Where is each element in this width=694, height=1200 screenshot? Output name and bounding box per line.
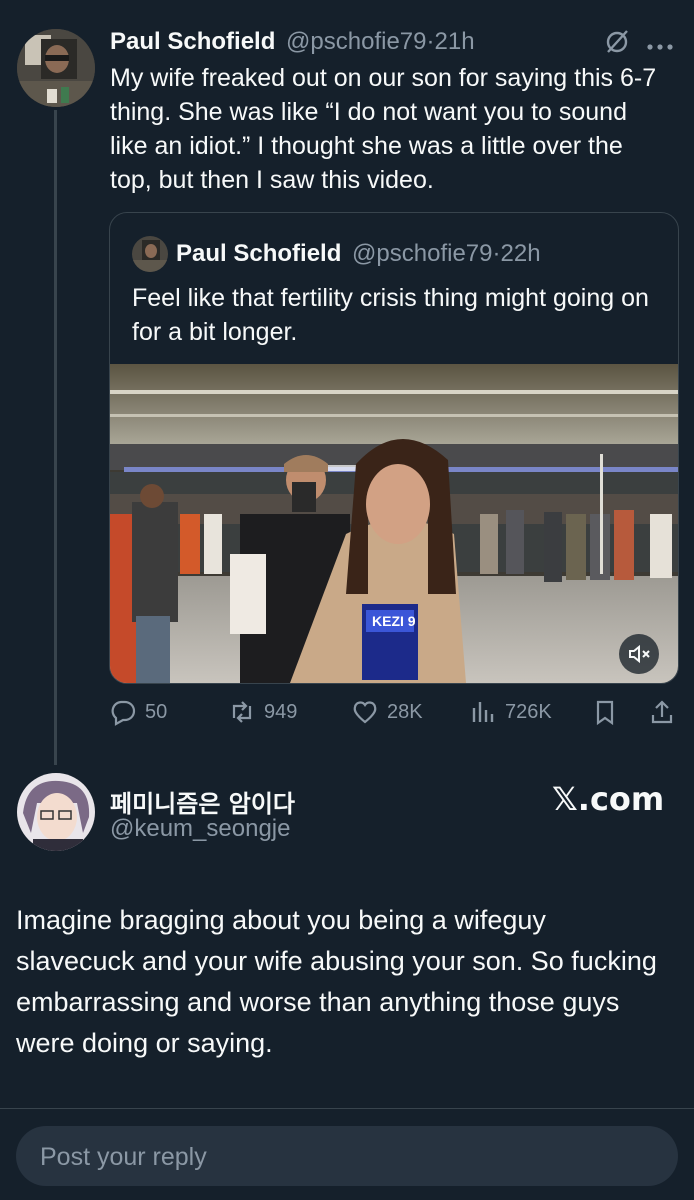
quoted-author-handle[interactable]: @pschofie79 [352,240,492,267]
quoted-author-avatar [132,236,168,272]
composer-divider [0,1108,694,1109]
reply-action[interactable]: 50 [109,698,167,726]
reply-author-avatar[interactable] [17,773,95,851]
mute-icon [629,644,650,664]
reply-composer[interactable] [16,1126,678,1188]
bookmark-action[interactable] [591,698,619,726]
quoted-tweet-header: Paul Schofield @pschofie79·22h [176,239,541,269]
repost-icon [232,701,252,723]
views-icon [472,702,494,722]
views-action[interactable]: 726K [469,698,552,726]
tweet-header: Paul Schofield @pschofie79·21h [110,27,475,57]
tweet-timestamp[interactable]: 21h [435,28,475,55]
bookmark-icon [596,700,614,726]
like-action[interactable]: 28K [351,698,423,726]
more-icon[interactable] [646,38,674,50]
repost-action[interactable]: 949 [228,698,297,726]
author-handle[interactable]: @pschofie79 [286,28,426,55]
like-count: 28K [387,700,423,723]
author-avatar[interactable] [17,29,95,107]
reply-author-name[interactable]: 페미니즘은 암이다 [110,784,295,819]
thread-connector-line [54,110,57,765]
quoted-header-separator: · [492,240,501,267]
video-frame: KEZI 9 [110,364,678,683]
reply-input[interactable] [38,1126,642,1188]
reply-count: 50 [145,700,168,723]
repost-count: 949 [264,700,298,723]
reply-author-handle[interactable]: @keum_seongje [110,815,290,843]
grok-icon[interactable] [604,28,630,54]
site-watermark: 𝕏.com [552,780,665,818]
share-icon [651,700,673,724]
quoted-tweet-text: Feel like that fertility crisis thing mi… [132,284,649,346]
mute-button[interactable] [619,634,659,674]
quoted-tweet-timestamp[interactable]: 22h [501,240,541,267]
author-name[interactable]: Paul Schofield [110,28,275,55]
news-badge-text: KEZI 9 [372,613,416,629]
share-action[interactable] [648,698,676,726]
quoted-tweet-card[interactable]: Paul Schofield @pschofie79·22h Feel like… [109,212,679,684]
reply-icon [111,700,136,726]
header-separator: · [426,28,435,55]
tweet-text: My wife freaked out on our son for sayin… [110,64,657,194]
like-icon [353,701,377,724]
video-player[interactable]: KEZI 9 [110,364,678,683]
views-count: 726K [505,700,552,723]
quoted-author-name[interactable]: Paul Schofield [176,240,341,267]
reply-text: Imagine bragging about you being a wifeg… [16,905,657,1058]
